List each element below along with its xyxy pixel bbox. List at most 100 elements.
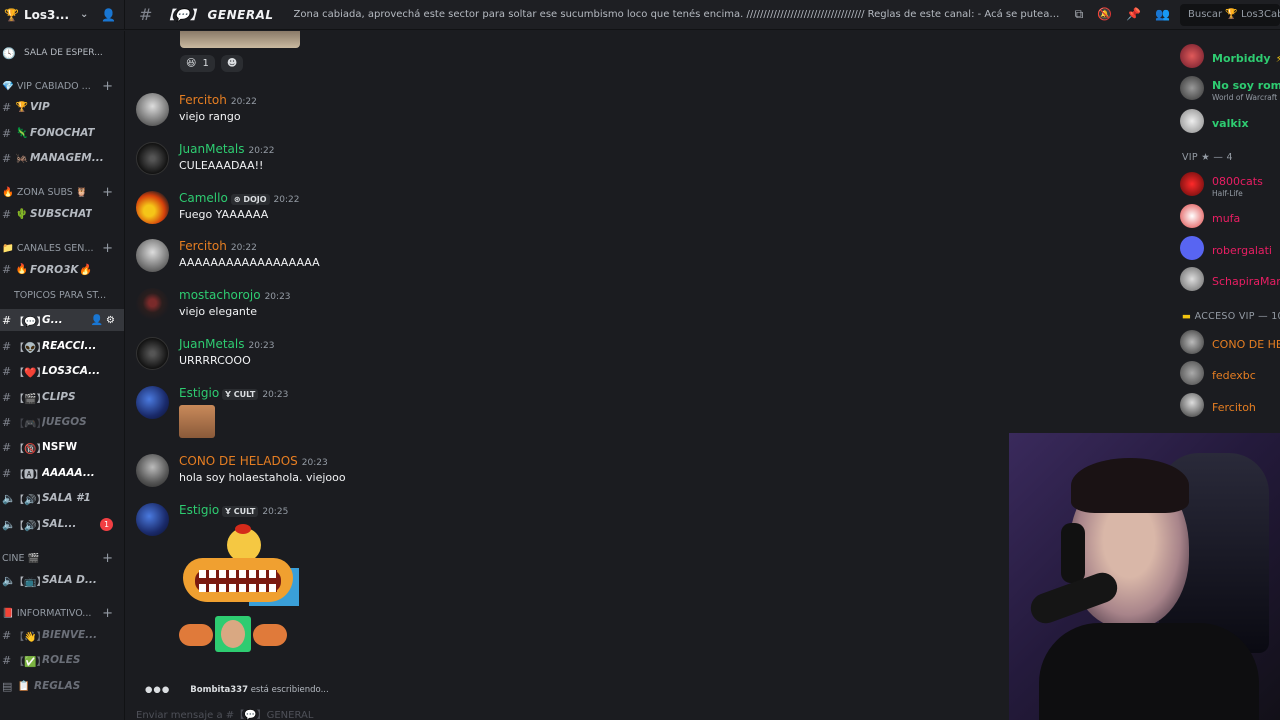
channel-emoji: 📋	[17, 680, 31, 692]
avatar[interactable]	[136, 386, 169, 419]
message-author[interactable]: Camello ⊛ DOJO 20:22	[179, 191, 299, 205]
avatar[interactable]	[136, 337, 169, 370]
member-item[interactable]: CONO DE HELADOS	[1180, 327, 1280, 357]
laughing-emoji-icon: 😆	[186, 57, 197, 69]
message-author[interactable]: JuanMetals 20:22	[179, 142, 274, 156]
voice-channel-sala-1[interactable]: 🔈 【🔊】 SALA #1	[0, 487, 124, 509]
avatar	[1180, 236, 1204, 260]
sticker-image[interactable]	[179, 405, 215, 438]
member-item[interactable]: Morbiddy ⚡	[1180, 41, 1280, 71]
hash-icon: #	[2, 653, 12, 667]
category-topicos[interactable]: TOPICOS PARA ST...	[0, 285, 124, 305]
search-input[interactable]: Buscar 🏆 Los3Cabiados	[1180, 3, 1280, 26]
member-group-header: VIP ★ — 4	[1182, 152, 1233, 163]
message-author[interactable]: CONO DE HELADOS 20:23	[179, 454, 328, 468]
channel-los3cabiados[interactable]: # 【❤️】 LOS3CA...	[0, 360, 124, 382]
voice-channel-sala-2[interactable]: 🔈 【🔊】 SAL... 1	[0, 513, 124, 535]
avatar[interactable]	[136, 142, 169, 175]
avatar	[1180, 76, 1204, 100]
chicken-sticker[interactable]	[179, 524, 299, 606]
channel-reglas[interactable]: ▤ 📋 REGLAS	[0, 675, 124, 697]
timestamp: 20:25	[262, 507, 289, 517]
message-text: viejo rango	[179, 110, 241, 123]
channel-label: SUBSCHAT	[30, 208, 93, 220]
server-header[interactable]: 🏆 Los3... ⌄ 👤	[0, 0, 125, 30]
avatar[interactable]	[136, 288, 169, 321]
channel-juegos[interactable]: # 【🎮】 JUEGOS	[0, 411, 124, 433]
category-label: TOPICOS PARA ST...	[14, 289, 107, 301]
channel-label: SAL...	[42, 518, 77, 530]
add-channel-icon[interactable]: +	[102, 241, 113, 256]
channel-sala-espera[interactable]: 🕓 SALA DE ESPER...	[0, 42, 124, 64]
channel-bienvenida[interactable]: # 【👋】 BIENVE...	[0, 624, 124, 646]
channel-foro3k[interactable]: # 🔥 FORO3K🔥	[0, 258, 124, 280]
avatar[interactable]	[136, 239, 169, 272]
category-label: VIP CABIADO ...	[16, 80, 91, 92]
channel-topic[interactable]: Zona cabiada, aprovechá este sector para…	[294, 9, 1061, 20]
hash-icon: #	[139, 5, 153, 24]
message-author[interactable]: JuanMetals 20:23	[179, 337, 274, 351]
add-reaction-button[interactable]: ☻	[220, 54, 244, 72]
message-input[interactable]: Enviar mensaje a #【💬】GENERAL	[136, 706, 996, 720]
member-item[interactable]: valkix	[1180, 106, 1280, 136]
avatar[interactable]	[136, 454, 169, 487]
category-vip[interactable]: 💎 VIP CABIADO ... +	[0, 76, 124, 96]
attachment-image[interactable]	[180, 31, 300, 48]
member-name: 0800cats	[1212, 175, 1263, 188]
member-item[interactable]: Fercitoh	[1180, 390, 1280, 420]
member-name: Morbiddy	[1212, 51, 1271, 65]
message-author[interactable]: Estigio Ұ CULT 20:25	[179, 503, 288, 517]
channel-management[interactable]: # 🦗 MANAGEM...	[0, 147, 124, 169]
channel-subschat[interactable]: # 🌵 SUBSCHAT	[0, 203, 124, 225]
channel-emoji: 【🎬】	[14, 393, 47, 405]
channel-general[interactable]: # 【💬】 G... 👤 ⚙	[0, 309, 124, 331]
member-item[interactable]: No soy romeroWorld of Warcraft	[1180, 73, 1280, 103]
message-text: CULEAAADAA!!	[179, 159, 264, 172]
channel-emoji: 【🎮】	[14, 418, 47, 430]
pin-icon[interactable]: 📌	[1126, 7, 1141, 22]
avatar[interactable]	[136, 93, 169, 126]
threads-icon[interactable]: ⧉	[1075, 7, 1084, 22]
message-author[interactable]: Fercitoh 20:22	[179, 93, 257, 107]
diamond-icon: 💎	[2, 80, 17, 92]
category-zona-subs[interactable]: 🔥 ZONA SUBS 🦉 +	[0, 182, 124, 202]
channel-nsfw[interactable]: # 【🔞】 NSFW	[0, 436, 124, 458]
avatar[interactable]	[136, 191, 169, 224]
channel-emoji: 【💬】	[162, 8, 203, 22]
add-channel-icon[interactable]: +	[102, 606, 113, 621]
channel-roles[interactable]: # 【✅】 ROLES	[0, 649, 124, 671]
avatar	[1180, 330, 1204, 354]
add-channel-icon[interactable]: +	[102, 551, 113, 566]
member-item[interactable]: mufa	[1180, 201, 1280, 231]
channel-sala-d[interactable]: 🔈 【📺】 SALA D...	[0, 569, 124, 591]
member-item[interactable]: SchapiraMan	[1180, 264, 1280, 294]
invite-icon[interactable]: 👤	[91, 315, 103, 326]
category-cine[interactable]: CINE 🎬 +	[0, 548, 124, 568]
add-channel-icon[interactable]: +	[102, 185, 113, 200]
member-item[interactable]: robergalati	[1180, 233, 1280, 263]
gear-icon[interactable]: ⚙	[106, 315, 115, 326]
member-item[interactable]: 0800cats Half-Life	[1180, 169, 1280, 199]
chevron-down-icon[interactable]: ⌄	[80, 9, 88, 20]
category-canales-generales[interactable]: 📁 CANALES GEN... +	[0, 238, 124, 258]
category-informativo[interactable]: 📕 INFORMATIVO... +	[0, 603, 124, 623]
add-member-icon[interactable]: 👤	[101, 8, 116, 22]
channel-clips[interactable]: # 【🎬】 CLIPS	[0, 386, 124, 408]
avatar[interactable]	[136, 503, 169, 536]
add-channel-icon[interactable]: +	[102, 79, 113, 94]
webcam-overlay	[1009, 433, 1280, 720]
hash-icon: #	[2, 466, 12, 480]
message-author[interactable]: Estigio Ұ CULT 20:23	[179, 386, 288, 400]
members-icon[interactable]: 👥	[1155, 7, 1170, 22]
notifications-muted-icon[interactable]: 🔕	[1097, 7, 1112, 22]
channel-emoji: 【🅰】	[14, 469, 44, 481]
channel-fonochat[interactable]: # 🦎 FONOCHAT	[0, 122, 124, 144]
member-item[interactable]: fedexbc	[1180, 358, 1280, 388]
message-author[interactable]: Fercitoh 20:22	[179, 239, 257, 253]
channel-aaaaa[interactable]: # 【🅰】 AAAAA...	[0, 462, 124, 484]
message-author[interactable]: mostachorojo 20:23	[179, 288, 291, 302]
reaction-laugh[interactable]: 😆 1	[180, 54, 215, 72]
channel-vip[interactable]: # 🏆 VIP	[0, 96, 124, 118]
muscle-sticker[interactable]	[179, 616, 289, 652]
channel-reacciones[interactable]: # 【👽】 REACCI...	[0, 335, 124, 357]
